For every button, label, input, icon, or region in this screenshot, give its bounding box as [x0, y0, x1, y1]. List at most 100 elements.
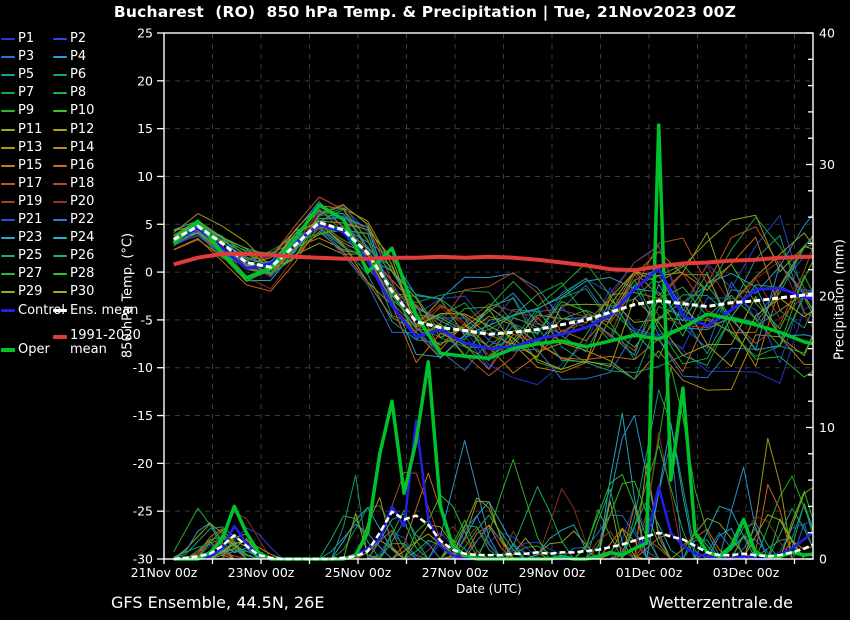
legend-item-p17-swatch [1, 183, 15, 185]
legend-item-p23-swatch [1, 237, 15, 239]
x-tick-label: 23Nov 00z [228, 565, 295, 580]
legend-item-p14: P14 [53, 141, 94, 155]
ens-mean-precip-line [174, 512, 829, 559]
legend-item-p20-swatch [53, 201, 67, 203]
x-tick-label: 25Nov 00z [325, 565, 392, 580]
legend-item-p20-label: P20 [70, 195, 94, 209]
legend-item-p9-swatch [1, 110, 15, 112]
brand-watermark: Wetterzentrale.de [649, 593, 793, 612]
legend-item-p19-label: P19 [18, 195, 42, 209]
legend-item-p19-swatch [1, 201, 15, 203]
ensemble-member-lines [174, 195, 829, 559]
legend-item-p20: P20 [53, 195, 94, 209]
legend-item-p30-swatch [53, 291, 67, 293]
legend-item-p24-swatch [53, 237, 67, 239]
model-info: GFS Ensemble, 44.5N, 26E [111, 593, 324, 612]
legend-item-p26-swatch [53, 255, 67, 257]
legend-item-p13: P13 [1, 141, 42, 155]
svg-text:-25: -25 [133, 504, 153, 519]
legend-item-control-swatch [1, 309, 15, 312]
legend-item-p27-swatch [1, 273, 15, 275]
legend-item-p22: P22 [53, 213, 94, 227]
legend-item-p21-swatch [1, 219, 15, 221]
legend-item-oper-swatch [1, 348, 15, 352]
legend-item-p4-label: P4 [70, 50, 86, 64]
legend-item-p7-label: P7 [18, 86, 34, 100]
legend-item-p6: P6 [53, 68, 86, 82]
legend-item-p17-label: P17 [18, 177, 42, 191]
legend-item-p17: P17 [1, 177, 42, 191]
legend-item-p4: P4 [53, 50, 86, 64]
legend-item-p22-swatch [53, 219, 67, 221]
x-tick-label: 29Nov 00z [519, 565, 586, 580]
x-tick-label: 27Nov 00z [422, 565, 489, 580]
svg-text:40: 40 [819, 26, 835, 41]
legend-item-p5-label: P5 [18, 68, 34, 82]
x-tick-label: 21Nov 00z [131, 565, 198, 580]
legend-item-p21-label: P21 [18, 213, 42, 227]
legend-item-p6-label: P6 [70, 68, 86, 82]
series-lines [174, 125, 829, 559]
meteogram: Bucharest (RO) 850 hPa Temp. & Precipita… [0, 0, 850, 620]
legend-item-p25-label: P25 [18, 249, 42, 263]
legend-item-p15-label: P15 [18, 159, 42, 173]
legend-item-p24: P24 [53, 231, 94, 245]
legend-item-p15: P15 [1, 159, 42, 173]
legend-item-climate-mean-swatch [53, 335, 67, 339]
legend-item-p30-label: P30 [70, 285, 94, 299]
legend-item-p28-swatch [53, 273, 67, 275]
legend-item-p13-swatch [1, 147, 15, 149]
legend-item-p3-label: P3 [18, 50, 34, 64]
x-tick-label: 03Dec 00z [713, 565, 780, 580]
legend-item-p16: P16 [53, 159, 94, 173]
legend-item-p19: P19 [1, 195, 42, 209]
legend-item-p18-swatch [53, 183, 67, 185]
legend-item-p23-label: P23 [18, 231, 42, 245]
y-axis-label-right: Precipitation (mm) [833, 220, 848, 380]
legend-item-p3-swatch [1, 56, 15, 58]
legend-item-p12-swatch [53, 129, 67, 131]
legend-item-p1-label: P1 [18, 32, 34, 46]
legend-item-p7-swatch [1, 92, 15, 94]
legend-item-p7: P7 [1, 86, 34, 100]
legend-item-p3: P3 [1, 50, 34, 64]
legend-item-p2-label: P2 [70, 32, 86, 46]
legend-item-p5: P5 [1, 68, 34, 82]
legend-item-p16-swatch [53, 165, 67, 167]
legend-item-p27-label: P27 [18, 267, 42, 281]
legend-item-p5-swatch [1, 74, 15, 76]
legend-item-oper: Oper [1, 343, 50, 357]
legend-item-p13-label: P13 [18, 141, 42, 155]
svg-text:-20: -20 [133, 456, 153, 471]
x-tick-label: 01Dec 00z [616, 565, 683, 580]
x-axis-label: Date (UTC) [428, 582, 550, 596]
legend-item-p22-label: P22 [70, 213, 94, 227]
legend-item-p8: P8 [53, 86, 86, 100]
legend-item-p8-swatch [53, 92, 67, 94]
legend-item-p14-swatch [53, 147, 67, 149]
legend-item-p11: P11 [1, 123, 42, 137]
legend-item-p14-label: P14 [70, 141, 94, 155]
legend-item-p25-swatch [1, 255, 15, 257]
oper-temp-line [174, 205, 829, 358]
legend-item-p2: P2 [53, 32, 86, 46]
legend-item-p9-label: P9 [18, 104, 34, 118]
legend-item-p29-label: P29 [18, 285, 42, 299]
legend-item-p1-swatch [1, 38, 15, 40]
svg-text:30: 30 [819, 157, 835, 172]
legend-item-p29-swatch [1, 291, 15, 293]
legend-item-p28: P28 [53, 267, 94, 281]
legend-item-p29: P29 [1, 285, 42, 299]
legend-item-p11-swatch [1, 129, 15, 131]
legend-item-p28-label: P28 [70, 267, 94, 281]
svg-text:10: 10 [819, 420, 835, 435]
legend-item-p9: P9 [1, 104, 34, 118]
legend-item-p2-swatch [53, 38, 67, 40]
legend-item-p4-swatch [53, 56, 67, 58]
legend-item-p12: P12 [53, 123, 94, 137]
legend-item-p27: P27 [1, 267, 42, 281]
legend-item-ens-mean-swatch [53, 309, 67, 312]
legend-item-p8-label: P8 [70, 86, 86, 100]
legend-item-p16-label: P16 [70, 159, 94, 173]
svg-text:-15: -15 [133, 408, 153, 423]
